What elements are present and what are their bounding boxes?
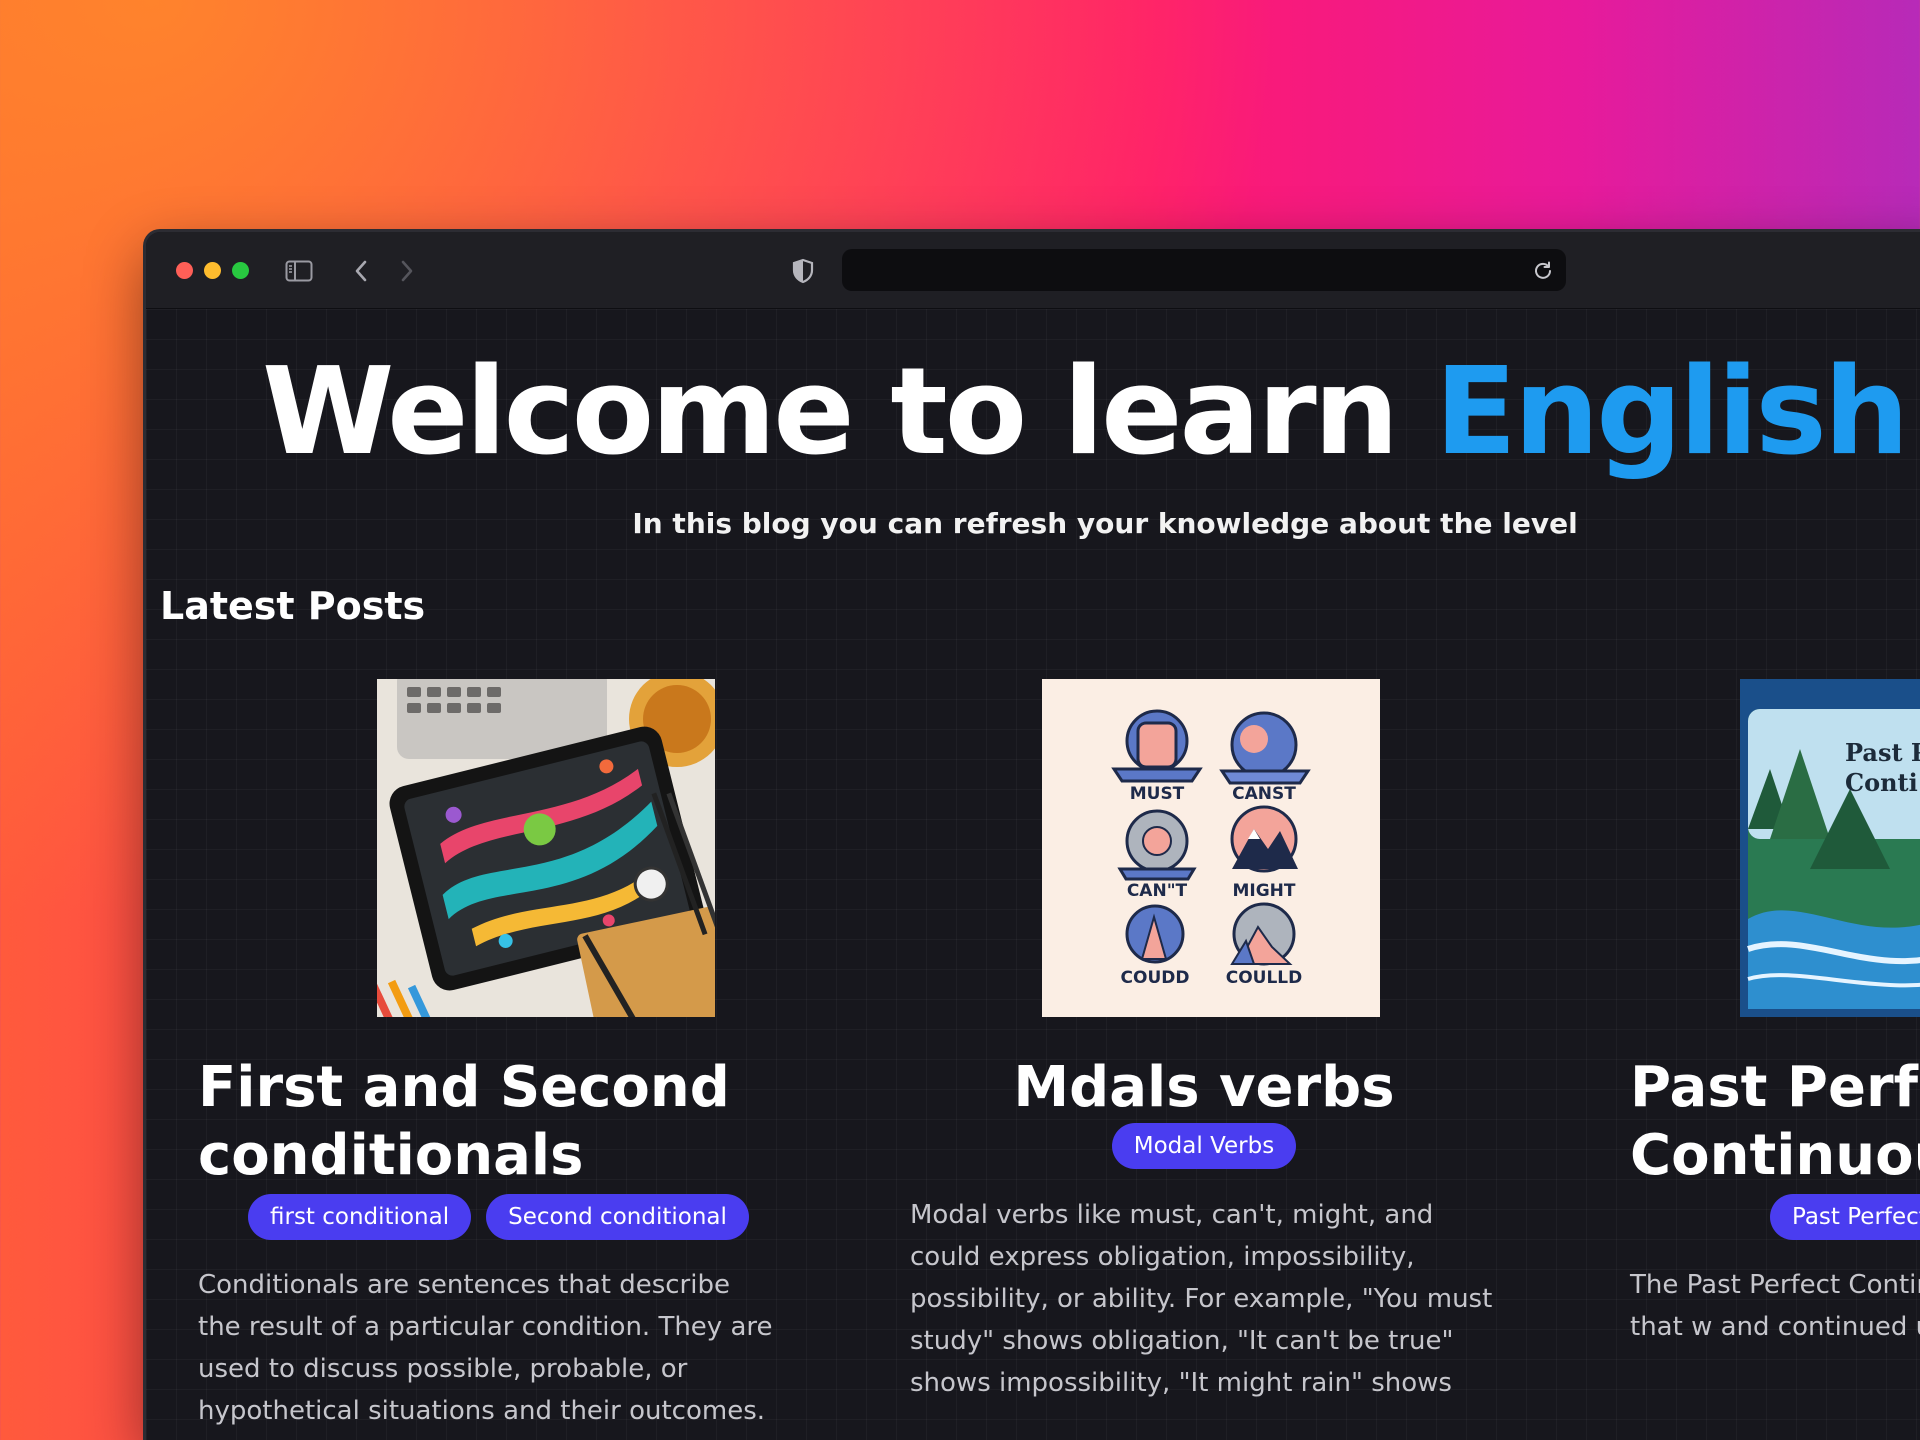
post-tags: Modal Verbs (910, 1123, 1498, 1169)
close-window-button[interactable] (176, 262, 193, 279)
image-word-coulld: COULLD (1226, 968, 1303, 988)
chevron-right-icon[interactable] (392, 256, 422, 286)
page-content: Welcome to learn English Bl In this blog… (146, 309, 1920, 1440)
image-word-past: Past P (1845, 738, 1920, 767)
image-word-canst: CANST (1232, 784, 1296, 804)
post-tags: first conditional Second conditional (248, 1194, 868, 1240)
maximize-window-button[interactable] (232, 262, 249, 279)
image-word-coudd: COUDD (1121, 968, 1190, 988)
tag-first-conditional[interactable]: first conditional (248, 1194, 472, 1240)
tag-modal-verbs[interactable]: Modal Verbs (1111, 1123, 1297, 1169)
post-tags: Past Perfect (1770, 1194, 1920, 1240)
post-title[interactable]: Past Perfe Continuou (1630, 1054, 1920, 1191)
post-description: Conditionals are sentences that describe… (198, 1270, 773, 1440)
sidebar-toggle-icon[interactable] (284, 256, 314, 286)
browser-window: Welcome to learn English Bl In this blog… (146, 232, 1920, 1440)
title-plain: Welcome to learn (262, 343, 1435, 482)
reload-icon[interactable] (1528, 255, 1558, 285)
image-word-cant: CAN"T (1127, 881, 1188, 901)
tag-second-conditional[interactable]: Second conditional (486, 1194, 749, 1240)
shield-icon[interactable] (788, 256, 818, 286)
image-word-might: MIGHT (1232, 881, 1295, 901)
post-image-modal-verbs[interactable]: MUST CANST CAN"T MIGHT COUDD COULLD (1042, 679, 1380, 1017)
image-word-must: MUST (1130, 784, 1185, 804)
post-image-past-perfect[interactable]: Past P Conti (1740, 679, 1920, 1017)
chevron-left-icon[interactable] (346, 256, 376, 286)
address-bar[interactable] (842, 249, 1566, 291)
browser-toolbar (146, 232, 1920, 309)
tag-past-perfect[interactable]: Past Perfect (1770, 1194, 1920, 1240)
latest-posts-heading: Latest Posts (160, 584, 426, 628)
image-word-conti: Conti (1845, 768, 1918, 797)
page-subtitle: In this blog you can refresh your knowle… (632, 507, 1578, 540)
post-title[interactable]: Mdals verbs (910, 1054, 1498, 1122)
page-title: Welcome to learn English Bl (262, 341, 1920, 485)
minimize-window-button[interactable] (204, 262, 221, 279)
title-accent: English Bl (1434, 343, 1920, 482)
post-description: Modal verbs like must, can't, might, and… (910, 1200, 1493, 1399)
post-image-conditionals[interactable] (377, 679, 715, 1017)
post-description: The Past Perfect Contin describe actions… (1630, 1270, 1920, 1343)
post-title[interactable]: First and Second conditionals (198, 1054, 818, 1191)
